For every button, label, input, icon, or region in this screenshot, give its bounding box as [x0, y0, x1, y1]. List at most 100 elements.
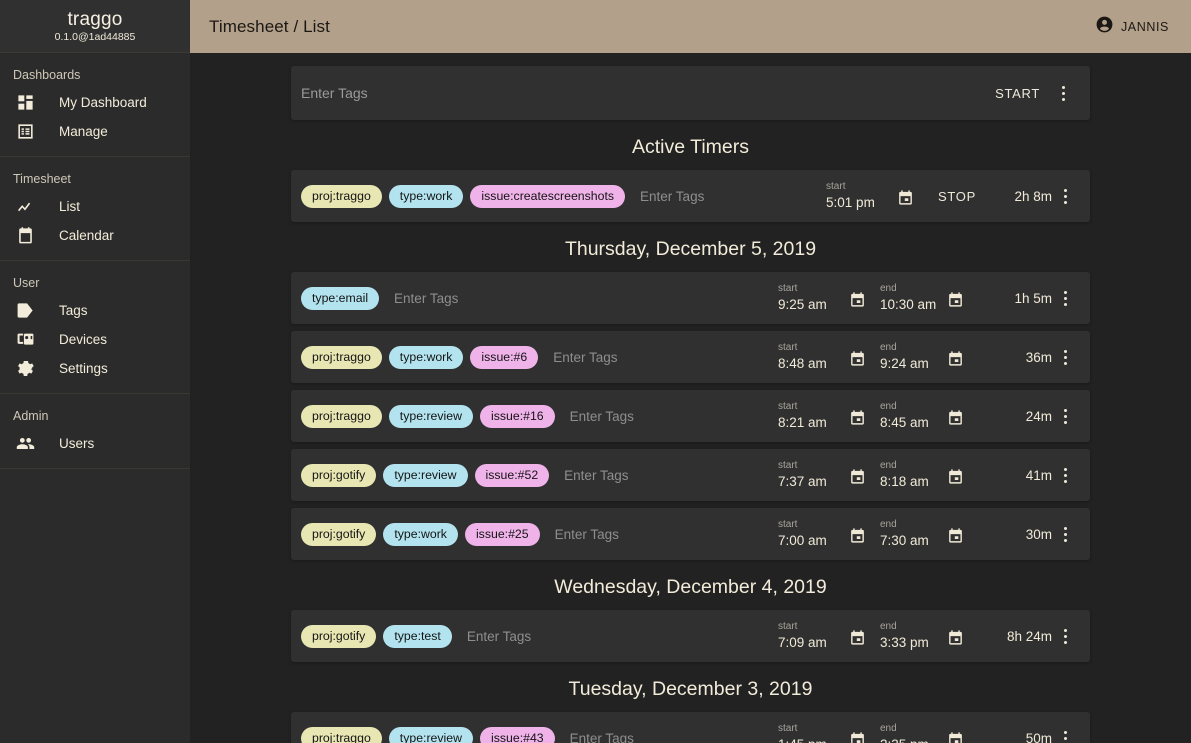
end-time-value: 10:30 am — [880, 295, 938, 314]
calendar-icon[interactable] — [944, 284, 966, 314]
tag-chip[interactable]: issue:#43 — [480, 727, 555, 743]
more-vert-icon[interactable] — [1050, 78, 1076, 108]
tag-chip[interactable]: proj:traggo — [301, 727, 382, 743]
tag-chip[interactable]: type:work — [389, 185, 464, 208]
entry-tags-input[interactable]: Enter Tags — [394, 291, 458, 306]
entry-controls: start8:48 am end9:24 am 36m — [778, 341, 1078, 373]
tag-chip[interactable]: issue:createscreenshots — [470, 185, 625, 208]
start-time-field[interactable]: start5:01 pm — [826, 180, 888, 212]
start-time-field[interactable]: start1:45 pm — [778, 722, 840, 743]
entry-tags-input[interactable]: Enter Tags — [570, 409, 634, 424]
end-time-field[interactable]: end3:33 pm — [880, 620, 938, 652]
calendar-icon[interactable] — [894, 182, 916, 212]
more-vert-icon[interactable] — [1052, 342, 1078, 372]
calendar-icon[interactable] — [944, 402, 966, 432]
kebab-dot — [1062, 86, 1065, 89]
start-time-field[interactable]: start8:21 am — [778, 400, 840, 432]
entry-tags-input[interactable]: Enter Tags — [640, 189, 704, 204]
tag-chip[interactable]: proj:gotify — [301, 464, 376, 487]
stop-button[interactable]: STOP — [928, 182, 986, 211]
start-time-field[interactable]: start7:00 am — [778, 518, 840, 550]
end-time-field[interactable]: end10:30 am — [880, 282, 938, 314]
start-time-field[interactable]: start7:09 am — [778, 620, 840, 652]
end-time-field[interactable]: end2:35 pm — [880, 722, 938, 743]
start-time-label: start — [778, 459, 840, 472]
tag-chip[interactable]: type:test — [383, 625, 451, 648]
entry-tags: proj:gotify type:test Enter Tags — [301, 625, 531, 648]
entry-tags-input[interactable]: Enter Tags — [570, 731, 634, 743]
start-time-field[interactable]: start9:25 am — [778, 282, 840, 314]
sidebar-item-settings[interactable]: Settings — [0, 354, 190, 383]
more-vert-icon[interactable] — [1052, 519, 1078, 549]
start-time-label: start — [778, 400, 840, 413]
more-vert-icon[interactable] — [1052, 283, 1078, 313]
end-time-field[interactable]: end8:18 am — [880, 459, 938, 491]
tag-chip[interactable]: issue:#16 — [480, 405, 555, 428]
more-vert-icon[interactable] — [1052, 181, 1078, 211]
tag-chip[interactable]: type:review — [389, 727, 473, 743]
entry-tags-input[interactable]: Enter Tags — [553, 350, 617, 365]
start-time-block: start5:01 pm — [826, 180, 916, 212]
sidebar-item-list[interactable]: List — [0, 192, 190, 221]
sidebar-item-users[interactable]: Users — [0, 429, 190, 458]
tag-chip[interactable]: issue:#6 — [470, 346, 538, 369]
more-vert-icon[interactable] — [1052, 401, 1078, 431]
kebab-dot — [1064, 303, 1067, 306]
end-time-field[interactable]: end7:30 am — [880, 518, 938, 550]
entry-tags-input[interactable]: Enter Tags — [564, 468, 628, 483]
end-time-block: end8:45 am — [880, 400, 966, 432]
sidebar-group-dashboards: DashboardsMy DashboardManage — [0, 53, 190, 157]
entry-controls: start1:45 pmend2:35 pm50m — [778, 722, 1078, 743]
calendar-icon[interactable] — [846, 343, 868, 373]
tag-chip[interactable]: proj:traggo — [301, 405, 382, 428]
calendar-icon[interactable] — [944, 520, 966, 550]
list-alt-icon — [13, 120, 37, 144]
calendar-icon[interactable] — [944, 622, 966, 652]
end-time-field[interactable]: end9:24 am — [880, 341, 938, 373]
calendar-icon[interactable] — [944, 461, 966, 491]
tag-chip[interactable]: type:review — [383, 464, 467, 487]
more-vert-icon[interactable] — [1052, 621, 1078, 651]
tag-chip[interactable]: type:email — [301, 287, 379, 310]
calendar-icon[interactable] — [944, 724, 966, 743]
entry-duration: 36m — [992, 350, 1052, 365]
tag-chip[interactable]: proj:traggo — [301, 185, 382, 208]
start-time-value: 8:48 am — [778, 354, 840, 373]
more-vert-icon[interactable] — [1052, 460, 1078, 490]
end-time-label: end — [880, 400, 938, 413]
calendar-icon[interactable] — [846, 461, 868, 491]
tag-chip[interactable]: issue:#25 — [465, 523, 540, 546]
sidebar-item-my-dashboard[interactable]: My Dashboard — [0, 88, 190, 117]
end-time-label: end — [880, 722, 938, 735]
calendar-icon[interactable] — [846, 520, 868, 550]
calendar-icon[interactable] — [846, 622, 868, 652]
timesheet-scroll[interactable]: Enter Tags START Active Timersproj:tragg… — [190, 53, 1191, 743]
sidebar-item-manage[interactable]: Manage — [0, 117, 190, 146]
tag-chip[interactable]: proj:gotify — [301, 625, 376, 648]
calendar-icon[interactable] — [944, 343, 966, 373]
start-time-field[interactable]: start7:37 am — [778, 459, 840, 491]
more-vert-icon[interactable] — [1052, 723, 1078, 743]
tag-chip[interactable]: type:work — [389, 346, 464, 369]
start-time-value: 7:09 am — [778, 633, 840, 652]
user-menu-button[interactable]: JANNIS — [1095, 15, 1169, 39]
end-time-field[interactable]: end8:45 am — [880, 400, 938, 432]
sidebar-item-calendar[interactable]: Calendar — [0, 221, 190, 250]
entry-tags-input[interactable]: Enter Tags — [467, 629, 531, 644]
tag-chip[interactable]: proj:traggo — [301, 346, 382, 369]
tag-chip[interactable]: type:work — [383, 523, 458, 546]
sidebar-filler — [0, 469, 190, 743]
calendar-icon[interactable] — [846, 724, 868, 743]
start-button[interactable]: START — [985, 79, 1050, 108]
tag-chip[interactable]: type:review — [389, 405, 473, 428]
start-time-field[interactable]: start8:48 am — [778, 341, 840, 373]
start-time-value: 1:45 pm — [778, 735, 840, 743]
tag-chip[interactable]: issue:#52 — [475, 464, 550, 487]
entry-tags-input[interactable]: Enter Tags — [555, 527, 619, 542]
sidebar-item-tags[interactable]: Tags — [0, 296, 190, 325]
new-entry-tags-input[interactable]: Enter Tags — [299, 85, 368, 101]
calendar-icon[interactable] — [846, 402, 868, 432]
tag-chip[interactable]: proj:gotify — [301, 523, 376, 546]
calendar-icon[interactable] — [846, 284, 868, 314]
sidebar-item-devices[interactable]: Devices — [0, 325, 190, 354]
